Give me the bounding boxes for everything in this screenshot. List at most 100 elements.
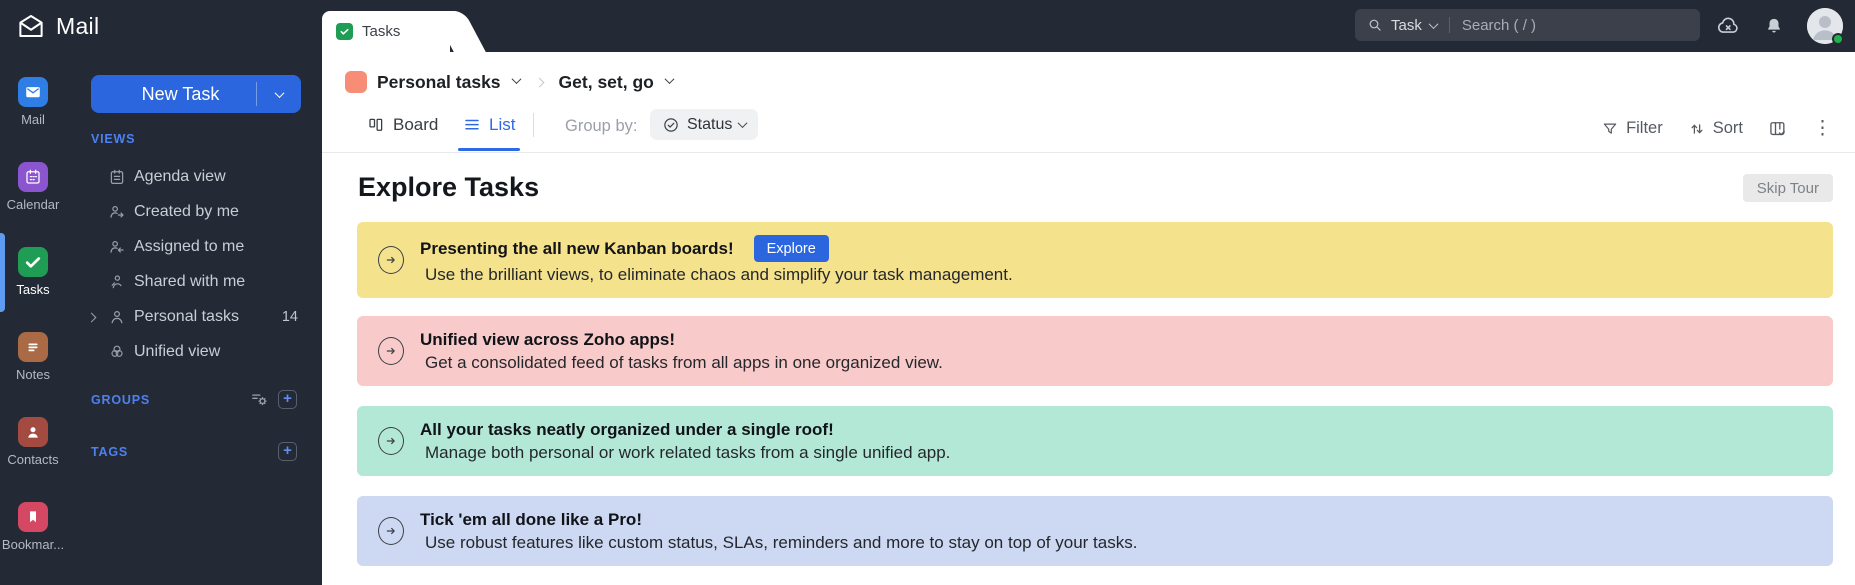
search-bar[interactable]: Task [1355, 9, 1700, 41]
arrow-right-circle-icon[interactable] [378, 337, 404, 365]
top-bar: Mail Task [0, 0, 1855, 52]
calendar-icon [18, 162, 48, 192]
tasks-sidebar: New Task VIEWS Agenda view Created by me… [66, 52, 322, 585]
groups-section-header: GROUPS [91, 393, 150, 407]
arrow-right-circle-icon[interactable] [378, 427, 404, 455]
topbar-icon-group [1715, 0, 1844, 52]
tags-section: TAGS + [66, 442, 322, 464]
group-by-value: Status [687, 115, 733, 133]
sidebar-item-label: Assigned to me [134, 237, 245, 255]
rail-item-tasks[interactable]: Tasks [0, 247, 66, 297]
app-logo[interactable]: Mail [16, 0, 99, 52]
breadcrumb-board-dropdown[interactable]: Get, set, go [559, 72, 654, 93]
notes-icon [18, 332, 48, 362]
task-count-badge: 14 [281, 308, 298, 325]
person-share-icon [108, 273, 126, 291]
new-task-dropdown[interactable] [257, 87, 301, 98]
app-name: Mail [56, 12, 100, 39]
chevron-down-icon [1428, 18, 1439, 29]
group-by-label: Group by: [565, 117, 638, 135]
tab-board[interactable]: Board [367, 115, 438, 135]
sidebar-item-shared-with-me[interactable]: Shared with me [66, 264, 322, 299]
rail-item-calendar[interactable]: Calendar [0, 162, 66, 212]
list-color-swatch [345, 71, 367, 93]
sidebar-item-created-by-me[interactable]: Created by me [66, 194, 322, 229]
rail-label: Notes [16, 367, 50, 382]
add-tag-button[interactable]: + [278, 442, 297, 461]
sidebar-item-unified-view[interactable]: Unified view [66, 334, 322, 369]
tour-banner-kanban: Presenting the all new Kanban boards! Ex… [357, 222, 1833, 298]
chevron-down-icon [664, 73, 675, 84]
tab-label: Tasks [362, 23, 401, 40]
sort-button[interactable]: Sort [1688, 119, 1743, 138]
tour-banner-pro-features: Tick 'em all done like a Pro! Use robust… [357, 496, 1833, 566]
groups-section: GROUPS + [66, 390, 322, 412]
active-tab-underline [458, 148, 520, 151]
sort-label: Sort [1712, 119, 1743, 137]
new-task-label: New Task [141, 83, 220, 104]
column-settings-button[interactable] [1768, 119, 1788, 139]
tasks-check-icon [336, 23, 353, 40]
zoho-mail-tasks-window: Mail Task Search (/) Tasks Mail Calend… [0, 0, 1855, 585]
banner-title: Presenting the all new Kanban boards! [420, 238, 734, 258]
rail-item-notes[interactable]: Notes [0, 332, 66, 382]
expand-chevron-icon[interactable] [86, 308, 97, 326]
page-title: Explore Tasks [358, 172, 540, 202]
sidebar-item-label: Created by me [134, 202, 239, 220]
rail-label: Mail [21, 112, 45, 127]
explore-button[interactable]: Explore [753, 235, 829, 262]
search-scope-dropdown[interactable]: Task [1391, 17, 1422, 34]
agenda-icon [108, 168, 126, 186]
board-label: Board [393, 115, 439, 134]
rail-label: Calendar [6, 197, 60, 212]
banner-title: All your tasks neatly organized under a … [420, 419, 834, 439]
person-icon [108, 308, 126, 326]
sidebar-item-personal-tasks[interactable]: Personal tasks 14 [66, 299, 322, 334]
rail-item-contacts[interactable]: Contacts [0, 417, 66, 467]
rail-item-mail[interactable]: Mail [0, 77, 66, 127]
breadcrumb-list-dropdown[interactable]: Personal tasks [377, 72, 501, 93]
notifications-bell-icon[interactable] [1763, 15, 1785, 37]
tasks-icon [18, 247, 48, 277]
sidebar-item-label: Agenda view [134, 167, 226, 185]
person-arrow-out-icon [108, 203, 126, 221]
banner-subtitle: Use robust features like custom status, … [425, 532, 1138, 552]
manage-groups-icon[interactable] [250, 390, 269, 409]
sidebar-item-label: Personal tasks [134, 307, 239, 325]
tab-tasks[interactable]: Tasks [322, 11, 450, 52]
more-options-kebab-icon[interactable]: ⋮ [1813, 119, 1832, 138]
user-avatar[interactable] [1807, 8, 1844, 45]
breadcrumb-separator-icon [534, 73, 544, 91]
sidebar-item-agenda-view[interactable]: Agenda view [66, 159, 322, 194]
search-divider [1448, 17, 1450, 33]
skip-tour-button[interactable]: Skip Tour [1742, 174, 1833, 202]
rail-item-bookmarks[interactable]: Bookmar... [0, 502, 66, 552]
filter-funnel-icon [1601, 120, 1619, 138]
bookmark-icon [18, 502, 48, 532]
filter-label: Filter [1626, 119, 1663, 137]
chevron-down-icon [511, 73, 521, 84]
rail-label: Bookmar... [1, 537, 65, 552]
toolbar-divider [533, 113, 534, 137]
rail-label: Tasks [16, 282, 50, 297]
search-input[interactable] [1461, 16, 1632, 34]
arrow-right-circle-icon[interactable] [378, 246, 404, 274]
cloud-sync-icon[interactable] [1715, 13, 1741, 39]
columns-check-icon [1768, 119, 1788, 139]
sidebar-item-label: Shared with me [134, 272, 246, 290]
chevron-down-icon [274, 87, 284, 98]
list-label: List [489, 115, 516, 134]
chevron-down-icon [737, 118, 748, 129]
tab-list[interactable]: List [463, 115, 515, 135]
breadcrumb: Personal tasks Get, set, go [345, 71, 675, 93]
new-task-button[interactable]: New Task [91, 75, 301, 113]
main-content: Personal tasks Get, set, go Board List G… [322, 52, 1855, 585]
arrow-right-circle-icon[interactable] [378, 517, 404, 545]
board-icon [367, 116, 385, 134]
sidebar-item-assigned-to-me[interactable]: Assigned to me [66, 229, 322, 264]
filter-button[interactable]: Filter [1601, 119, 1663, 138]
contacts-icon [18, 417, 48, 447]
group-by-status-dropdown[interactable]: Status [650, 109, 759, 140]
add-group-button[interactable]: + [278, 390, 297, 409]
banner-title: Unified view across Zoho apps! [420, 329, 676, 349]
